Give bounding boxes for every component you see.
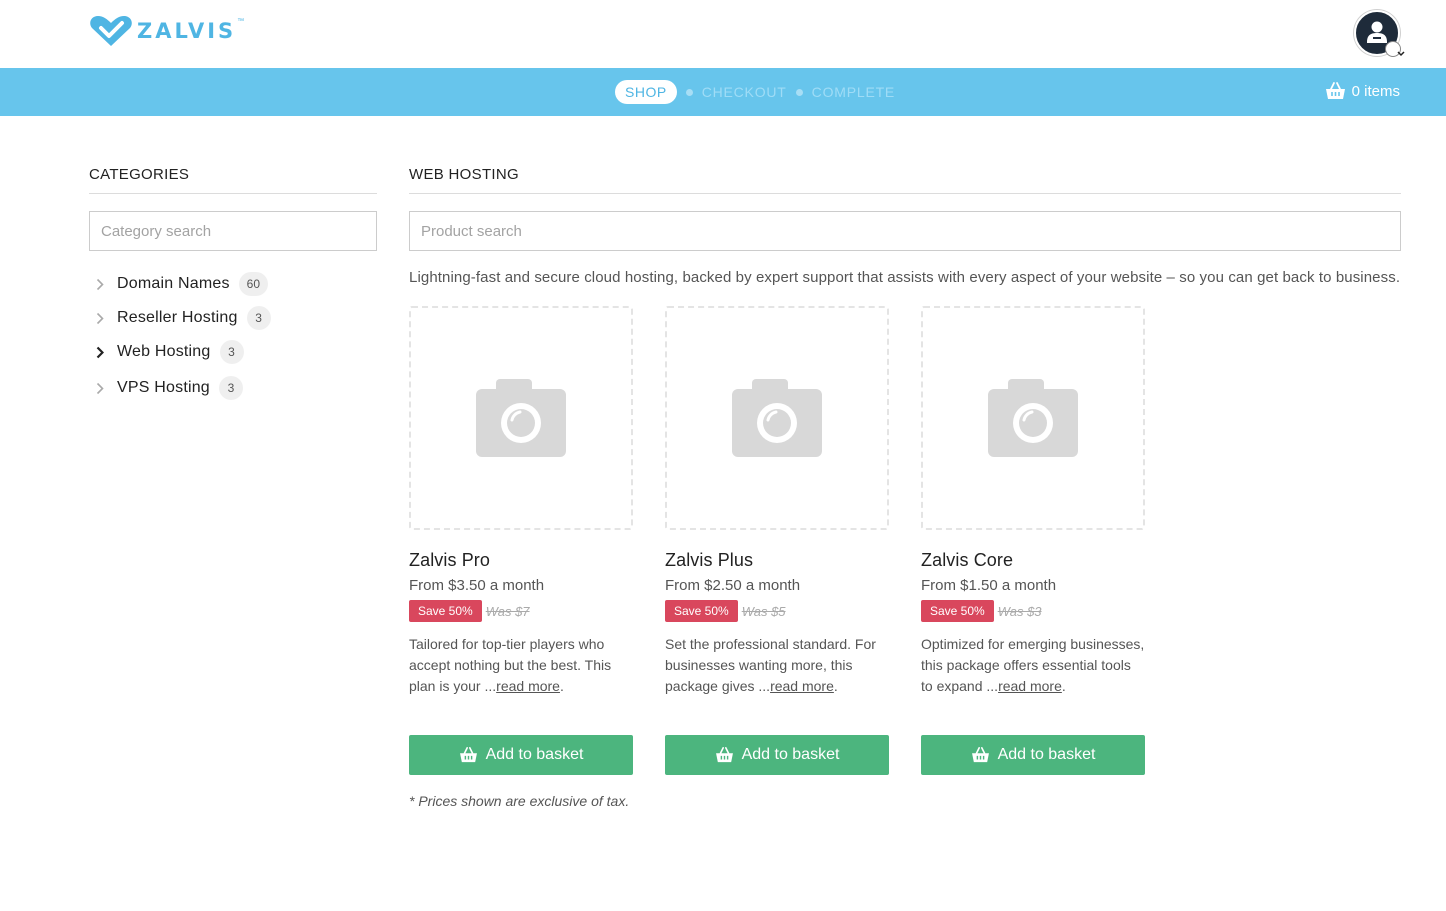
basket-icon	[715, 747, 733, 763]
save-badge: Save 50%	[409, 600, 482, 622]
original-price: Was $3	[997, 603, 1042, 619]
read-more-link[interactable]: read more	[998, 678, 1062, 694]
categories-sidebar: CATEGORIES Domain Names 60 Reseller Host…	[89, 160, 377, 405]
product-search-input[interactable]	[409, 211, 1401, 251]
save-badge: Save 50%	[665, 600, 738, 622]
product-card: Zalvis Plus From $2.50 a month Save 50% …	[665, 306, 889, 775]
category-item-web-hosting[interactable]: Web Hosting 3	[89, 335, 377, 369]
product-name[interactable]: Zalvis Core	[921, 550, 1145, 571]
heart-check-icon	[90, 16, 132, 46]
category-label: Web Hosting	[117, 343, 211, 360]
add-to-basket-button[interactable]: Add to basket	[409, 735, 633, 775]
cart-button[interactable]: 0 items	[1325, 82, 1400, 100]
camera-icon	[732, 379, 822, 457]
user-avatar[interactable]	[1354, 10, 1405, 57]
read-more-link[interactable]: read more	[496, 678, 560, 694]
step-complete: COMPLETE	[811, 84, 896, 100]
original-price: Was $5	[741, 603, 786, 619]
categories-title: CATEGORIES	[89, 160, 377, 194]
top-header: ZALVIS ™	[0, 0, 1446, 68]
category-list: Domain Names 60 Reseller Hosting 3 Web H…	[89, 267, 377, 405]
product-image-placeholder[interactable]	[665, 306, 889, 530]
chevron-right-icon	[89, 312, 117, 325]
basket-icon	[971, 747, 989, 763]
category-label: VPS Hosting	[117, 379, 210, 396]
add-to-basket-label: Add to basket	[485, 746, 584, 763]
step-separator	[685, 88, 693, 96]
chevron-down-icon[interactable]	[1385, 41, 1405, 57]
category-item-domain-names[interactable]: Domain Names 60	[89, 267, 377, 301]
product-listing: WEB HOSTING Lightning-fast and secure cl…	[409, 160, 1401, 809]
checkout-steps: SHOP CHECKOUT COMPLETE	[615, 80, 895, 104]
product-name[interactable]: Zalvis Plus	[665, 550, 889, 571]
product-discount: Save 50% Was $5	[665, 600, 889, 622]
category-item-reseller-hosting[interactable]: Reseller Hosting 3	[89, 301, 377, 335]
add-to-basket-button[interactable]: Add to basket	[921, 735, 1145, 775]
chevron-right-icon	[89, 382, 117, 395]
tax-note: * Prices shown are exclusive of tax.	[409, 793, 630, 809]
category-count-badge: 3	[219, 340, 244, 364]
category-description: Lightning-fast and secure cloud hosting,…	[409, 269, 1401, 286]
product-discount: Save 50% Was $7	[409, 600, 633, 622]
checkout-progress-bar: SHOP CHECKOUT COMPLETE 0 items	[0, 68, 1446, 116]
original-price: Was $7	[485, 603, 530, 619]
product-description: Set the professional standard. For busin…	[665, 636, 876, 694]
category-search-input[interactable]	[89, 211, 377, 251]
category-count-badge: 3	[218, 376, 243, 400]
brand-logo[interactable]: ZALVIS ™	[89, 15, 244, 47]
category-item-vps-hosting[interactable]: VPS Hosting 3	[89, 371, 377, 405]
category-label: Domain Names	[117, 275, 230, 292]
step-separator	[795, 88, 803, 96]
product-image-placeholder[interactable]	[921, 306, 1145, 530]
page-title: WEB HOSTING	[409, 160, 1401, 194]
category-label: Reseller Hosting	[117, 309, 238, 326]
trademark: ™	[237, 17, 245, 25]
product-image-placeholder[interactable]	[409, 306, 633, 530]
product-price: From $1.50 a month	[921, 577, 1057, 594]
add-to-basket-label: Add to basket	[997, 746, 1096, 763]
product-discount: Save 50% Was $3	[921, 600, 1145, 622]
product-card: Zalvis Core From $1.50 a month Save 50% …	[921, 306, 1145, 775]
save-badge: Save 50%	[921, 600, 994, 622]
product-description: Optimized for emerging businesses, this …	[921, 636, 1145, 694]
product-card: Zalvis Pro From $3.50 a month Save 50% W…	[409, 306, 633, 775]
chevron-right-icon	[89, 278, 117, 291]
brand-name: ZALVIS	[137, 19, 237, 43]
chevron-right-icon	[89, 346, 117, 359]
category-count-badge: 3	[246, 306, 271, 330]
step-checkout: CHECKOUT	[701, 84, 787, 100]
product-price: From $2.50 a month	[665, 577, 801, 594]
product-name[interactable]: Zalvis Pro	[409, 550, 633, 571]
camera-icon	[476, 379, 566, 457]
user-icon	[1367, 21, 1387, 43]
add-to-basket-button[interactable]: Add to basket	[665, 735, 889, 775]
basket-icon	[459, 747, 477, 763]
read-more-link[interactable]: read more	[770, 678, 834, 694]
product-price: From $3.50 a month	[409, 577, 545, 594]
product-description: Tailored for top-tier players who accept…	[409, 636, 612, 694]
add-to-basket-label: Add to basket	[741, 746, 840, 763]
category-count-badge: 60	[238, 272, 269, 296]
cart-count: 0 items	[1351, 82, 1400, 100]
product-grid: Zalvis Pro From $3.50 a month Save 50% W…	[409, 306, 1401, 775]
basket-icon	[1325, 82, 1345, 99]
camera-icon	[988, 379, 1078, 457]
step-shop[interactable]: SHOP	[615, 80, 677, 104]
